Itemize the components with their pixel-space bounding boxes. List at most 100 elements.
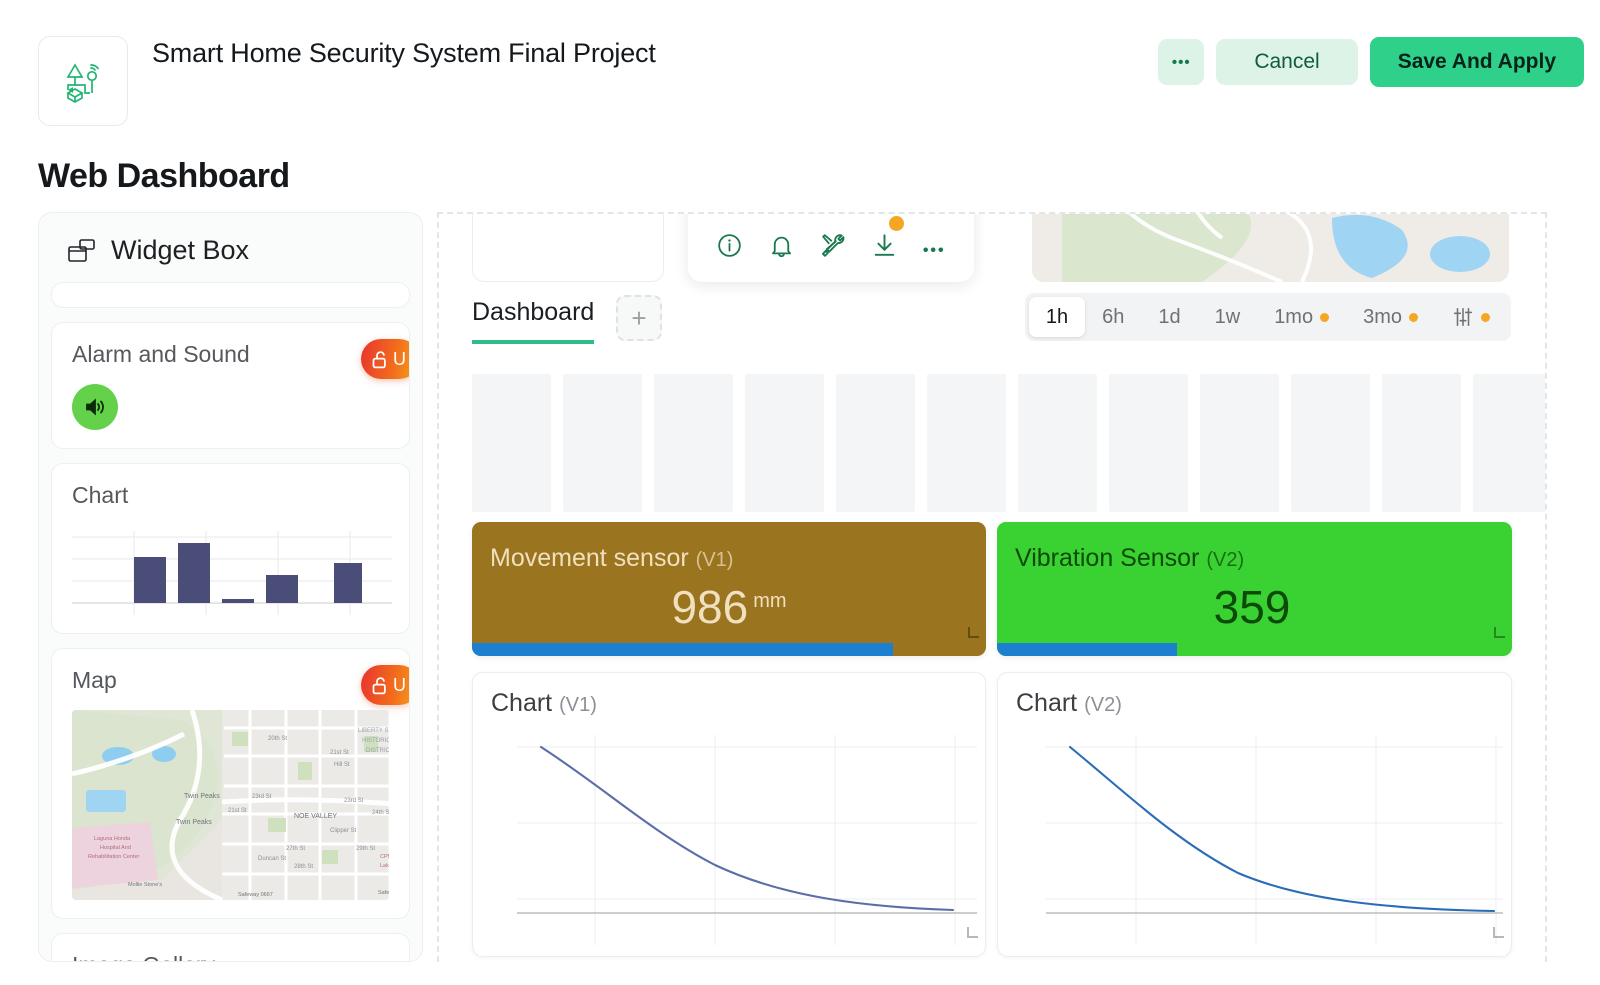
range-label: 1h [1045, 305, 1069, 328]
clipped-widget-row: ••• [439, 214, 1545, 282]
svg-text:Safeway: Safeway [378, 890, 389, 896]
list-item-label: Alarm and Sound [72, 341, 250, 367]
range-6h[interactable]: 6h [1085, 297, 1141, 337]
list-item-label: Image Gallery [72, 952, 389, 961]
range-1d[interactable]: 1d [1141, 297, 1197, 337]
more-icon: ••• [1171, 53, 1191, 71]
chart-name: Chart [1016, 689, 1078, 717]
upgrade-lock-badge[interactable]: U [361, 339, 409, 379]
range-custom-settings[interactable] [1435, 297, 1507, 337]
resize-handle[interactable] [968, 627, 979, 638]
sensor-pin: (V1) [695, 549, 734, 571]
svg-text:Clipper St: Clipper St [330, 828, 357, 834]
widget-chart-v2[interactable]: Chart (V2) [997, 672, 1512, 957]
svg-text:Hill St: Hill St [334, 762, 350, 768]
premium-dot [1409, 312, 1418, 322]
svg-text:21st St: 21st St [330, 750, 349, 756]
chart-pin: (V2) [1084, 694, 1122, 716]
download-icon[interactable] [871, 216, 905, 264]
resize-handle[interactable] [967, 927, 978, 938]
sensor-value-row: 986 mm [472, 580, 986, 634]
widget-title: Chart (V1) [491, 689, 597, 718]
widget-list[interactable]: Alarm and Sound U Chart Map U 20th St 23… [39, 282, 422, 961]
progress-fill [472, 643, 894, 656]
more-icon[interactable]: ••• [923, 237, 946, 264]
sensor-name: Vibration Sensor [1015, 544, 1200, 572]
sliders-icon [1453, 307, 1473, 327]
top-bar: Smart Home Security System Final Project… [0, 0, 1600, 137]
widget-vibration-sensor[interactable]: Vibration Sensor (V2) 359 [997, 522, 1512, 656]
svg-text:24th St: 24th St [372, 810, 389, 816]
svg-text:Rehabilitation Center: Rehabilitation Center [88, 854, 140, 860]
notification-badge [889, 216, 905, 231]
widget-chart-v1[interactable]: Chart (V1) [472, 672, 986, 957]
svg-text:29th St: 29th St [356, 846, 375, 852]
mini-bar-chart [72, 531, 392, 615]
svg-text:21st St: 21st St [228, 808, 247, 814]
range-3mo[interactable]: 3mo [1346, 297, 1435, 337]
add-tab-button[interactable]: + [616, 295, 662, 341]
list-item-label: Chart [72, 482, 129, 508]
sidebar-widget-alarm-and-sound[interactable]: Alarm and Sound U [51, 322, 410, 449]
cancel-button[interactable]: Cancel [1216, 39, 1358, 85]
widget-box-panel: Widget Box Alarm and Sound U Chart Map U… [38, 212, 423, 962]
svg-text:Mollie Stone's: Mollie Stone's [128, 882, 162, 888]
sensor-value-row: 359 [997, 580, 1512, 634]
clipped-map-widget[interactable] [1032, 214, 1509, 282]
upgrade-label: U [393, 675, 406, 695]
svg-text:23rd St: 23rd St [252, 794, 272, 800]
svg-text:28th St: 28th St [294, 864, 313, 870]
range-1h[interactable]: 1h [1028, 297, 1086, 337]
progress-bar [997, 643, 1512, 656]
upgrade-lock-badge[interactable]: U [361, 665, 409, 705]
save-and-apply-button[interactable]: Save And Apply [1369, 37, 1584, 87]
upgrade-label: U [393, 349, 406, 369]
dashboard-canvas: ••• Dashboard + 1h 6h 1d 1w 1mo 3mo Move… [437, 212, 1547, 962]
range-label: 3mo [1363, 305, 1402, 328]
chart-pin: (V1) [559, 694, 597, 716]
range-1w[interactable]: 1w [1198, 297, 1258, 337]
sidebar-widget-map[interactable]: Map U 20th St 23rd St 21st St 21st St Hi… [51, 648, 410, 919]
open-lock-icon [372, 350, 386, 368]
svg-text:Laguna Honda: Laguna Honda [94, 836, 131, 842]
widget-movement-sensor[interactable]: Movement sensor (V1) 986 mm [472, 522, 986, 656]
list-item[interactable] [51, 282, 410, 308]
sidebar-widget-image-gallery[interactable]: Image Gallery [51, 933, 410, 961]
info-icon[interactable] [716, 232, 743, 264]
widget-box-title: Widget Box [111, 235, 250, 265]
speaker-icon[interactable] [72, 384, 118, 430]
chart-plot-v2 [1046, 735, 1503, 945]
time-range-selector: 1h 6h 1d 1w 1mo 3mo [1024, 293, 1511, 341]
widget-title: Vibration Sensor (V2) [1015, 544, 1244, 573]
premium-dot [1481, 312, 1490, 322]
svg-text:DISTRICT: DISTRICT [366, 748, 389, 754]
app-logo [38, 36, 128, 126]
resize-handle[interactable] [1493, 927, 1504, 938]
empty-widget-placeholder[interactable] [472, 214, 664, 282]
resize-handle[interactable] [1494, 627, 1505, 638]
widget-toolbar: ••• [688, 214, 974, 282]
svg-text:CPMC: CPMC [380, 854, 389, 860]
widget-box-icon [68, 238, 95, 262]
sidebar-widget-chart[interactable]: Chart [51, 463, 410, 634]
widget-box-header: Widget Box [39, 213, 422, 282]
progress-bar [472, 643, 986, 656]
tools-icon[interactable] [820, 232, 847, 264]
sensor-value: 359 [1213, 581, 1291, 633]
svg-text:Lake C: Lake C [380, 863, 389, 869]
svg-text:Hospital And: Hospital And [100, 845, 131, 851]
progress-fill [997, 643, 1178, 656]
dashboard-tab-row: Dashboard + 1h 6h 1d 1w 1mo 3mo [439, 293, 1545, 354]
range-1mo[interactable]: 1mo [1257, 297, 1346, 337]
sensor-pin: (V2) [1206, 549, 1245, 571]
svg-text:LIBERTY STRE: LIBERTY STRE [358, 728, 389, 734]
top-bar-actions: ••• Cancel Save And Apply [1158, 37, 1584, 87]
range-label: 1d [1158, 305, 1181, 328]
sensor-unit: mm [753, 589, 787, 612]
range-label: 6h [1102, 305, 1125, 328]
list-item-label: Map [72, 667, 117, 693]
more-options-button[interactable]: ••• [1158, 39, 1205, 85]
bell-icon[interactable] [768, 232, 795, 264]
iot-device-icon [66, 63, 99, 103]
tab-dashboard[interactable]: Dashboard [472, 298, 595, 344]
